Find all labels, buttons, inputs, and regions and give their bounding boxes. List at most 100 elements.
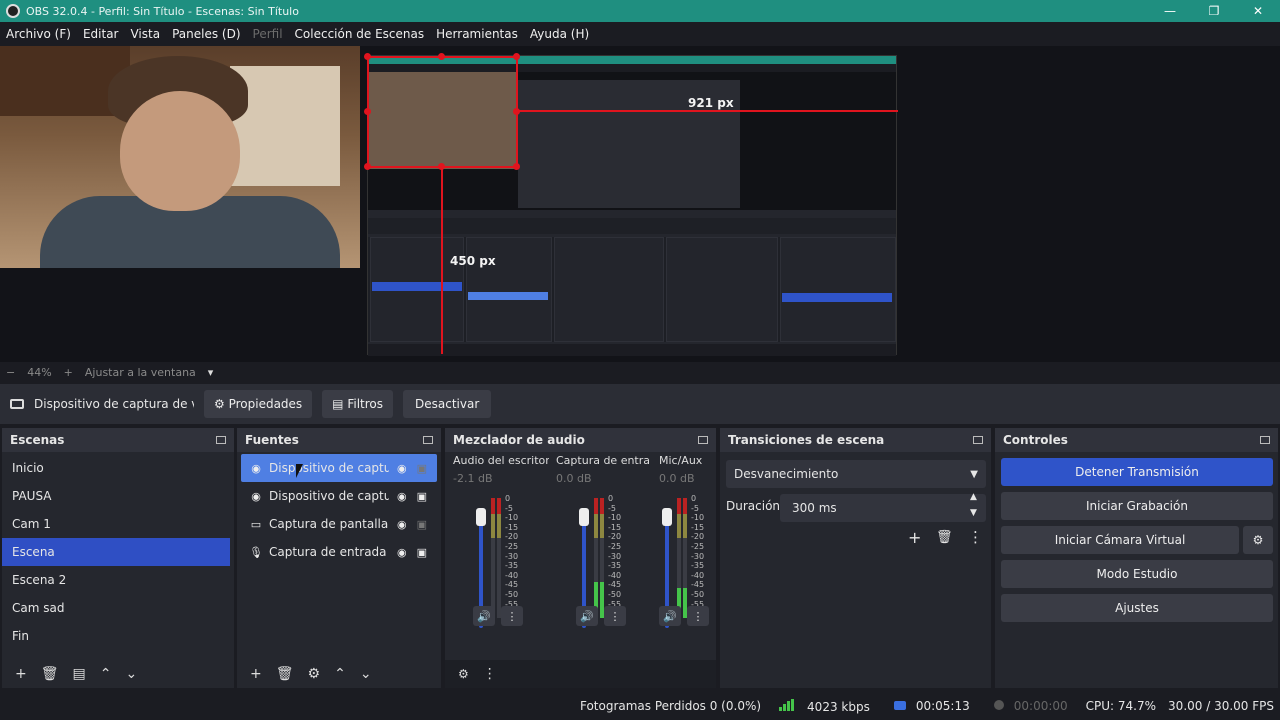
db-scale: 0-5-10-15-20-25-30-35-40-45-50-55-60 (691, 494, 705, 618)
add-source-icon[interactable]: + (250, 666, 262, 682)
eye-icon[interactable]: ◉ (397, 462, 407, 475)
handle-ml[interactable] (364, 108, 371, 115)
source-item[interactable]: ◉ Dispositivo de captur ◉ ▣ (241, 482, 437, 510)
fader-knob[interactable] (476, 508, 486, 526)
maximize-button[interactable]: ❐ (1192, 0, 1236, 22)
add-scene-icon[interactable]: + (15, 666, 27, 682)
scene-item[interactable]: PAUSA (2, 482, 230, 510)
studio-mode-button[interactable]: Modo Estudio (1001, 560, 1273, 588)
handle-bl[interactable] (364, 163, 371, 170)
gear-icon[interactable]: ⚙ (308, 666, 321, 682)
scene-item-selected[interactable]: Escena (2, 538, 230, 566)
microphone-icon: 🎙 (249, 545, 263, 559)
source-item[interactable]: 🎙 Captura de entrada a ◉ ▣ (241, 538, 437, 566)
lock-icon[interactable]: ▣ (417, 518, 427, 531)
zoom-in-button[interactable]: + (58, 366, 79, 379)
eye-icon[interactable]: ◉ (397, 490, 407, 503)
start-recording-button[interactable]: Iniciar Grabación (1001, 492, 1273, 520)
more-options-icon[interactable]: ⋮ (501, 606, 523, 626)
filters-button[interactable]: ▤ Filtros (322, 390, 393, 418)
close-button[interactable]: ✕ (1236, 0, 1280, 22)
distance-label-vertical: 450 px (450, 254, 496, 268)
mouse-cursor-icon (296, 464, 310, 478)
mixer-title: Mezclador de audio (453, 433, 585, 447)
fader-knob[interactable] (662, 508, 672, 526)
add-transition-icon[interactable]: + (908, 528, 921, 547)
speaker-icon[interactable]: 🔊 (659, 606, 681, 626)
deactivate-button[interactable]: Desactivar (403, 390, 492, 418)
scene-item[interactable]: Cam 1 (2, 510, 230, 538)
preview-canvas[interactable]: 921 px 450 px (0, 46, 1280, 362)
dock-icon[interactable] (973, 436, 983, 444)
menu-paneles[interactable]: Paneles (D) (166, 27, 246, 41)
fit-window-label[interactable]: Ajustar a la ventana (79, 366, 202, 379)
filter-icon[interactable]: ▤ (73, 666, 86, 682)
dock-icon[interactable] (216, 436, 226, 444)
menu-coleccion[interactable]: Colección de Escenas (289, 27, 431, 41)
stop-streaming-button[interactable]: Detener Transmisión (1001, 458, 1273, 486)
bitrate: 4023 kbps (773, 698, 876, 714)
menu-perfil[interactable]: Perfil (247, 27, 289, 41)
virtual-camera-settings-button[interactable]: ⚙ (1243, 526, 1273, 554)
settings-button[interactable]: Ajustes (1001, 594, 1273, 622)
more-options-icon[interactable]: ⋮ (483, 666, 497, 682)
duration-input[interactable]: 300 ms (780, 494, 986, 522)
handle-tm[interactable] (438, 53, 445, 60)
menu-vista[interactable]: Vista (124, 27, 166, 41)
minimize-button[interactable]: — (1148, 0, 1192, 22)
zoom-out-button[interactable]: − (0, 366, 21, 379)
transition-select[interactable]: Desvanecimiento ▼ (726, 460, 986, 488)
scene-item[interactable]: Fin (2, 622, 230, 650)
dock-icon[interactable] (423, 436, 433, 444)
remove-transition-icon[interactable]: 🗑 (936, 530, 953, 545)
webcam-feed (0, 46, 360, 268)
menu-editar[interactable]: Editar (77, 27, 125, 41)
selected-source-name: Dispositivo de captura de v (34, 397, 194, 411)
source-item[interactable]: ▭ Captura de pantalla ◉ ▣ (241, 510, 437, 538)
more-options-icon[interactable]: ⋮ (604, 606, 626, 626)
dock-icon[interactable] (1260, 436, 1270, 444)
zoom-dropdown-icon[interactable]: ▾ (202, 366, 220, 379)
move-down-icon[interactable]: ⌄ (360, 666, 372, 682)
remove-source-icon[interactable]: 🗑 (276, 666, 294, 682)
menu-ayuda[interactable]: Ayuda (H) (524, 27, 595, 41)
speaker-icon[interactable]: 🔊 (576, 606, 598, 626)
guide-line-vertical (441, 168, 443, 354)
move-up-icon[interactable]: ⌃ (100, 666, 112, 682)
lock-icon[interactable]: ▣ (417, 462, 427, 475)
fps: 30.00 / 30.00 FPS (1168, 699, 1274, 713)
menu-herramientas[interactable]: Herramientas (430, 27, 524, 41)
lock-icon[interactable]: ▣ (417, 546, 427, 559)
sources-title: Fuentes (245, 433, 299, 447)
move-down-icon[interactable]: ⌄ (125, 666, 137, 682)
db-scale: 0-5-10-15-20-25-30-35-40-45-50-55-60 (505, 494, 519, 618)
fader-knob[interactable] (579, 508, 589, 526)
handle-tr[interactable] (513, 53, 520, 60)
speaker-icon[interactable]: 🔊 (473, 606, 495, 626)
eye-icon[interactable]: ◉ (397, 546, 407, 559)
zoom-level: 44% (27, 365, 52, 379)
eye-icon[interactable]: ◉ (397, 518, 407, 531)
handle-br[interactable] (513, 163, 520, 170)
guide-line-horizontal (518, 110, 898, 112)
scene-item[interactable]: Inicio (2, 454, 230, 482)
handle-tl[interactable] (364, 53, 371, 60)
virtual-camera-button[interactable]: Iniciar Cámara Virtual (1001, 526, 1239, 554)
handle-bm[interactable] (438, 163, 445, 170)
remove-scene-icon[interactable]: 🗑 (41, 666, 59, 682)
scene-item[interactable]: Escena 2 (2, 566, 230, 594)
more-options-icon[interactable]: ⋮ (968, 528, 983, 546)
more-options-icon[interactable]: ⋮ (687, 606, 709, 626)
spin-down-icon[interactable]: ▼ (970, 508, 977, 518)
record-time: 00:00:00 (988, 699, 1074, 713)
source-item-selected[interactable]: ◉ Dispositivo de captur ◉ ▣ (241, 454, 437, 482)
menu-archivo[interactable]: Archivo (F) (0, 27, 77, 41)
scene-item[interactable]: Cam sad (2, 594, 230, 622)
advanced-audio-icon[interactable]: ⚙ (458, 667, 469, 681)
lock-icon[interactable]: ▣ (417, 490, 427, 503)
move-up-icon[interactable]: ⌃ (334, 666, 346, 682)
spin-up-icon[interactable]: ▲ (970, 492, 977, 502)
properties-button[interactable]: ⚙ Propiedades (204, 390, 313, 418)
handle-mr[interactable] (513, 108, 520, 115)
dock-icon[interactable] (698, 436, 708, 444)
